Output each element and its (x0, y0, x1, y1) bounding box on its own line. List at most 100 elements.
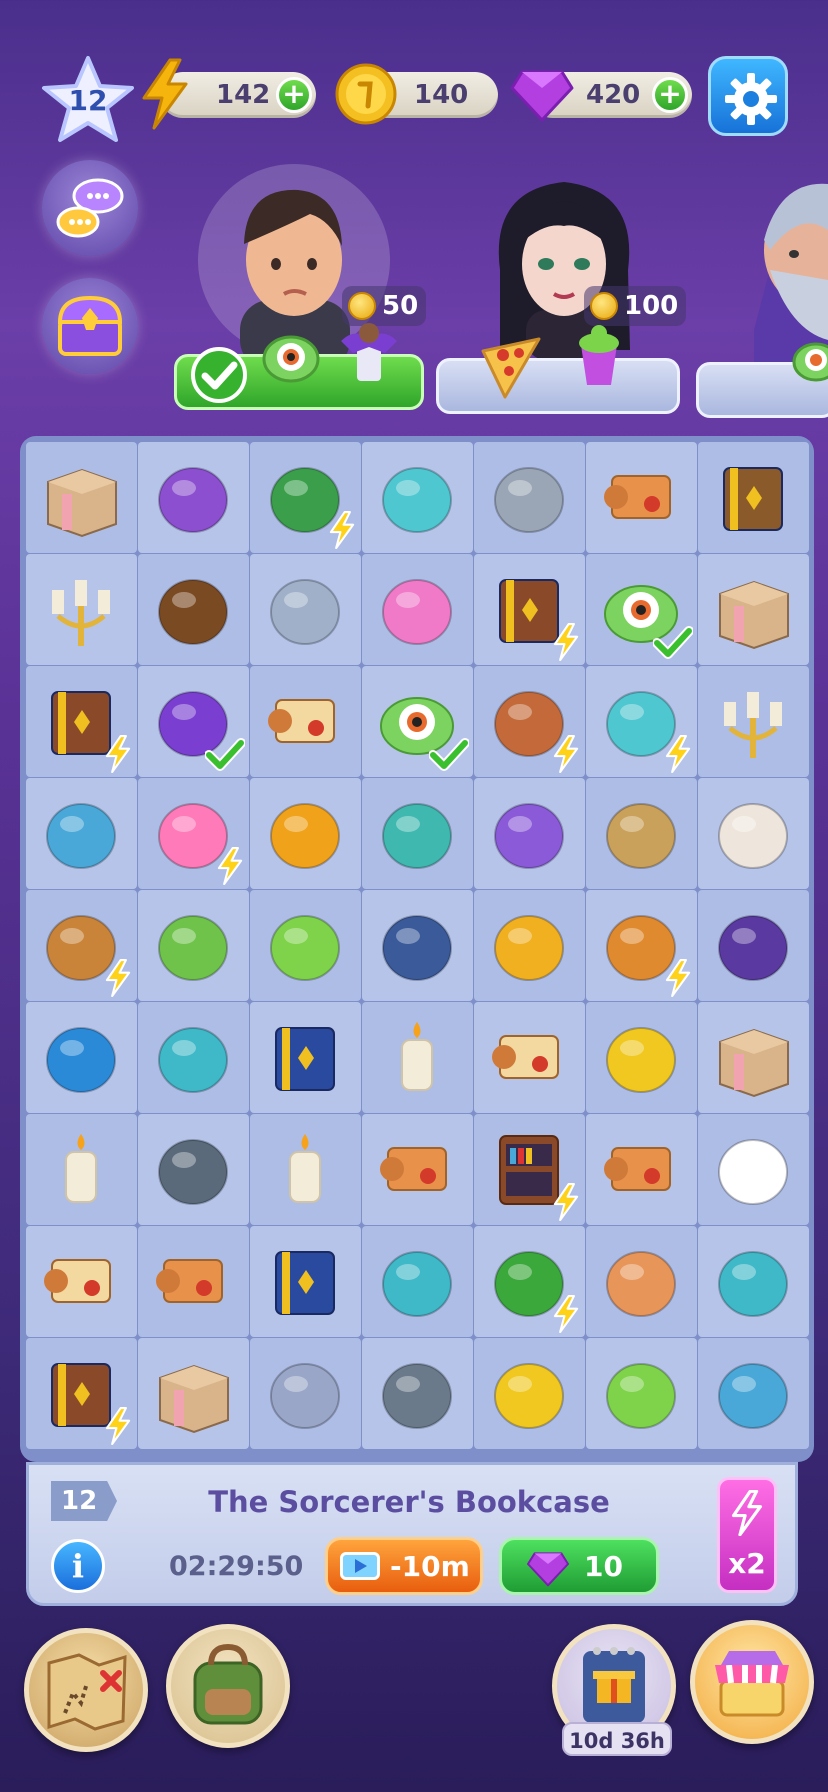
board-cell[interactable] (586, 442, 697, 553)
info-button[interactable]: i (51, 1539, 105, 1593)
settings-button[interactable] (708, 56, 788, 136)
board-cell[interactable] (474, 1338, 585, 1449)
coin-value: 140 (414, 80, 469, 110)
candle-icon (401, 1022, 433, 1091)
hawk-icon (158, 579, 228, 645)
board-cell[interactable] (138, 778, 249, 889)
energy-source-bolt-icon (665, 735, 691, 773)
board-cell[interactable] (586, 890, 697, 1001)
potion-cup-icon (579, 325, 619, 385)
board-cell[interactable] (138, 1226, 249, 1337)
board-cell[interactable] (26, 666, 137, 777)
board-cell[interactable] (586, 666, 697, 777)
board-cell[interactable] (250, 554, 361, 665)
board-cell[interactable] (586, 1114, 697, 1225)
board-cell[interactable] (26, 778, 137, 889)
backpack-icon (193, 1643, 263, 1725)
board-cell[interactable] (138, 442, 249, 553)
board-cell[interactable] (698, 1002, 809, 1113)
pink-monster-icon (382, 579, 452, 645)
board-cell[interactable] (138, 890, 249, 1001)
board-cell[interactable] (26, 890, 137, 1001)
order-plate-3[interactable] (696, 342, 828, 418)
board-cell[interactable] (26, 442, 137, 553)
compass-icon (46, 1027, 116, 1093)
shop-button[interactable] (690, 1620, 814, 1744)
board-cell[interactable] (698, 1114, 809, 1225)
board-cell[interactable] (698, 666, 809, 777)
treasure-chest-button[interactable] (42, 278, 138, 374)
inventory-bag-button[interactable] (166, 1624, 290, 1748)
board-cell[interactable] (698, 442, 809, 553)
board-cell[interactable] (474, 890, 585, 1001)
board-cell[interactable] (474, 1114, 585, 1225)
board-cell[interactable] (138, 666, 249, 777)
board-cell[interactable] (250, 666, 361, 777)
board-cell[interactable] (250, 442, 361, 553)
board-cell[interactable] (26, 1338, 137, 1449)
board-cell[interactable] (698, 778, 809, 889)
board-cell[interactable] (474, 442, 585, 553)
skip-with-gems-button[interactable]: 10 (499, 1537, 659, 1595)
board-cell[interactable] (698, 554, 809, 665)
monster-purse-icon (158, 915, 228, 981)
board-cell[interactable] (474, 1226, 585, 1337)
board-cell[interactable] (250, 1002, 361, 1113)
calendar-timer: 10d 36h (562, 1722, 672, 1756)
board-cell[interactable] (474, 778, 585, 889)
board-cell[interactable] (586, 554, 697, 665)
board-cell[interactable] (138, 1114, 249, 1225)
board-cell[interactable] (362, 1114, 473, 1225)
board-cell[interactable] (362, 442, 473, 553)
gem-icon (527, 1552, 569, 1587)
board-cell[interactable] (586, 1002, 697, 1113)
board-cell[interactable] (474, 554, 585, 665)
pigeon-icon (382, 1363, 452, 1429)
board-cell[interactable] (138, 554, 249, 665)
board-cell[interactable] (26, 1114, 137, 1225)
chat-button[interactable] (42, 160, 138, 256)
map-button[interactable] (24, 1628, 148, 1752)
board-cell[interactable] (138, 1338, 249, 1449)
board-cell[interactable] (26, 554, 137, 665)
board-cell[interactable] (362, 1002, 473, 1113)
board-cell[interactable] (698, 1338, 809, 1449)
board-cell[interactable] (138, 1002, 249, 1113)
reward-amount: 100 (624, 291, 679, 321)
board-cell[interactable] (474, 1002, 585, 1113)
board-cell[interactable] (362, 554, 473, 665)
gem-plus-button[interactable]: + (652, 77, 688, 113)
energy-source-bolt-icon (217, 847, 243, 885)
board-cell[interactable] (362, 666, 473, 777)
board-cell[interactable] (250, 1338, 361, 1449)
spider-robot-icon (494, 803, 564, 869)
energy-source-bolt-icon (553, 623, 579, 661)
eye-slime-icon (792, 342, 828, 382)
board-cell[interactable] (362, 778, 473, 889)
watch-ad-button[interactable]: -10m (325, 1537, 483, 1595)
double-energy-button[interactable]: x2 (717, 1477, 777, 1593)
energy-plus-button[interactable]: + (276, 77, 312, 113)
board-cell[interactable] (26, 1002, 137, 1113)
board-cell[interactable] (586, 1226, 697, 1337)
board-cell[interactable] (586, 1338, 697, 1449)
board-cell[interactable] (698, 1226, 809, 1337)
board-cell[interactable] (250, 1226, 361, 1337)
energy-source-bolt-icon (105, 735, 131, 773)
board-cell[interactable] (362, 1226, 473, 1337)
board-cell[interactable] (586, 778, 697, 889)
candelabra-icon (52, 580, 110, 646)
order-plate-2[interactable] (436, 325, 680, 414)
button-eye-doll-icon (718, 915, 788, 981)
board-cell[interactable] (698, 890, 809, 1001)
order-plate-completed[interactable] (174, 323, 424, 410)
board-cell[interactable] (362, 1338, 473, 1449)
board-cell[interactable] (250, 778, 361, 889)
level-star-badge[interactable]: 12 (40, 54, 136, 146)
board-cell[interactable] (250, 890, 361, 1001)
board-cell[interactable] (474, 666, 585, 777)
item-info-panel: 12 The Sorcerer's Bookcase i 02:29:50 -1… (26, 1462, 798, 1606)
board-cell[interactable] (250, 1114, 361, 1225)
board-cell[interactable] (26, 1226, 137, 1337)
board-cell[interactable] (362, 890, 473, 1001)
